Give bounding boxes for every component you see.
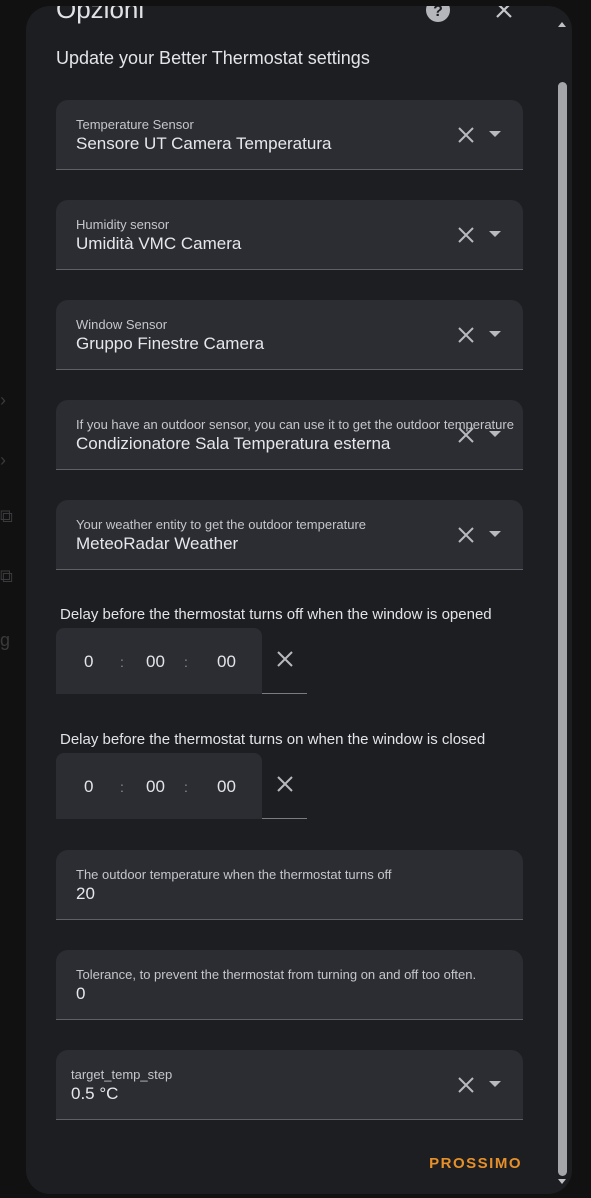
seconds-input[interactable]: 00 [217,652,236,672]
hours-input[interactable]: 0 [84,777,93,797]
scrollbar-thumb[interactable] [558,82,567,1176]
clear-icon[interactable] [276,650,294,668]
field-value: 0 [76,984,86,1003]
field-label: If you have an outdoor sensor, you can u… [76,417,514,432]
duration-underline [262,693,307,694]
field-value: Gruppo Finestre Camera [76,334,265,353]
window-open-delay-input: 0 : 00 : 00 [56,628,307,694]
field-value: Condizionatore Sala Temperatura esterna [76,434,391,453]
field-label: Your weather entity to get the outdoor t… [76,517,367,532]
field-value: 0.5 °C [71,1084,119,1103]
external-link-icon: ⧉ [0,506,13,526]
clear-icon[interactable] [457,226,475,244]
field-value: 20 [76,884,95,903]
dropdown-arrow-icon[interactable] [489,331,501,337]
svg-text:?: ? [433,6,443,20]
field-value: Sensore UT Camera Temperatura [76,134,332,153]
hours-input[interactable]: 0 [84,652,93,672]
window-close-delay-input: 0 : 00 : 00 [56,753,307,819]
window-sensor-select[interactable]: Window Sensor Gruppo Finestre Camera [56,300,523,370]
scroll-down-arrow-icon[interactable] [558,1179,566,1184]
outdoor-sensor-select[interactable]: If you have an outdoor sensor, you can u… [56,400,523,470]
outdoor-temp-off-field[interactable]: The outdoor temperature when the thermos… [56,850,523,920]
tolerance-field[interactable]: Tolerance, to prevent the thermostat fro… [56,950,523,1020]
clear-icon[interactable] [457,126,475,144]
dropdown-arrow-icon[interactable] [489,231,501,237]
dialog-subtitle: Update your Better Thermostat settings [56,48,370,68]
time-separator: : [184,654,188,670]
field-label: The outdoor temperature when the thermos… [76,867,392,882]
dropdown-arrow-icon[interactable] [489,1081,501,1087]
external-link-icon: ⧉ [0,566,13,586]
time-separator: : [184,779,188,795]
field-value: MeteoRadar Weather [76,534,239,553]
options-dialog: Opzioni ? Update your Better Thermostat … [26,6,572,1194]
weather-entity-select[interactable]: Your weather entity to get the outdoor t… [56,500,523,570]
background-arrow: › [0,450,6,470]
time-separator: : [120,654,124,670]
humidity-sensor-select[interactable]: Humidity sensor Umidità VMC Camera [56,200,523,270]
minutes-input[interactable]: 00 [146,777,165,797]
field-label: Window Sensor [76,317,168,332]
next-button[interactable]: PROSSIMO [429,1155,522,1172]
help-circle-icon[interactable]: ? [426,6,450,22]
scrollbar[interactable] [556,22,568,1184]
field-label: Humidity sensor [76,217,170,232]
clear-icon[interactable] [457,526,475,544]
minutes-input[interactable]: 00 [146,652,165,672]
field-label: Tolerance, to prevent the thermostat fro… [76,967,477,982]
dialog-title: Opzioni [56,6,145,24]
window-close-delay-label: Delay before the thermostat turns on whe… [60,731,486,748]
duration-underline [262,818,307,819]
seconds-input[interactable]: 00 [217,777,236,797]
field-label: target_temp_step [71,1067,173,1082]
clear-icon[interactable] [276,775,294,793]
window-open-delay-label: Delay before the thermostat turns off wh… [60,606,492,623]
close-icon[interactable] [492,6,516,22]
target-temp-step-select[interactable]: target_temp_step 0.5 °C [56,1050,523,1120]
temperature-sensor-select[interactable]: Temperature Sensor Sensore UT Camera Tem… [56,100,523,170]
time-separator: : [120,779,124,795]
field-label: Temperature Sensor [76,117,194,132]
background-text: g [0,630,11,650]
clear-icon[interactable] [457,1076,475,1094]
dropdown-arrow-icon[interactable] [489,131,501,137]
scroll-up-arrow-icon[interactable] [558,22,566,27]
field-value: Umidità VMC Camera [76,234,242,253]
clear-icon[interactable] [457,326,475,344]
background-arrow: › [0,390,6,410]
dropdown-arrow-icon[interactable] [489,531,501,537]
